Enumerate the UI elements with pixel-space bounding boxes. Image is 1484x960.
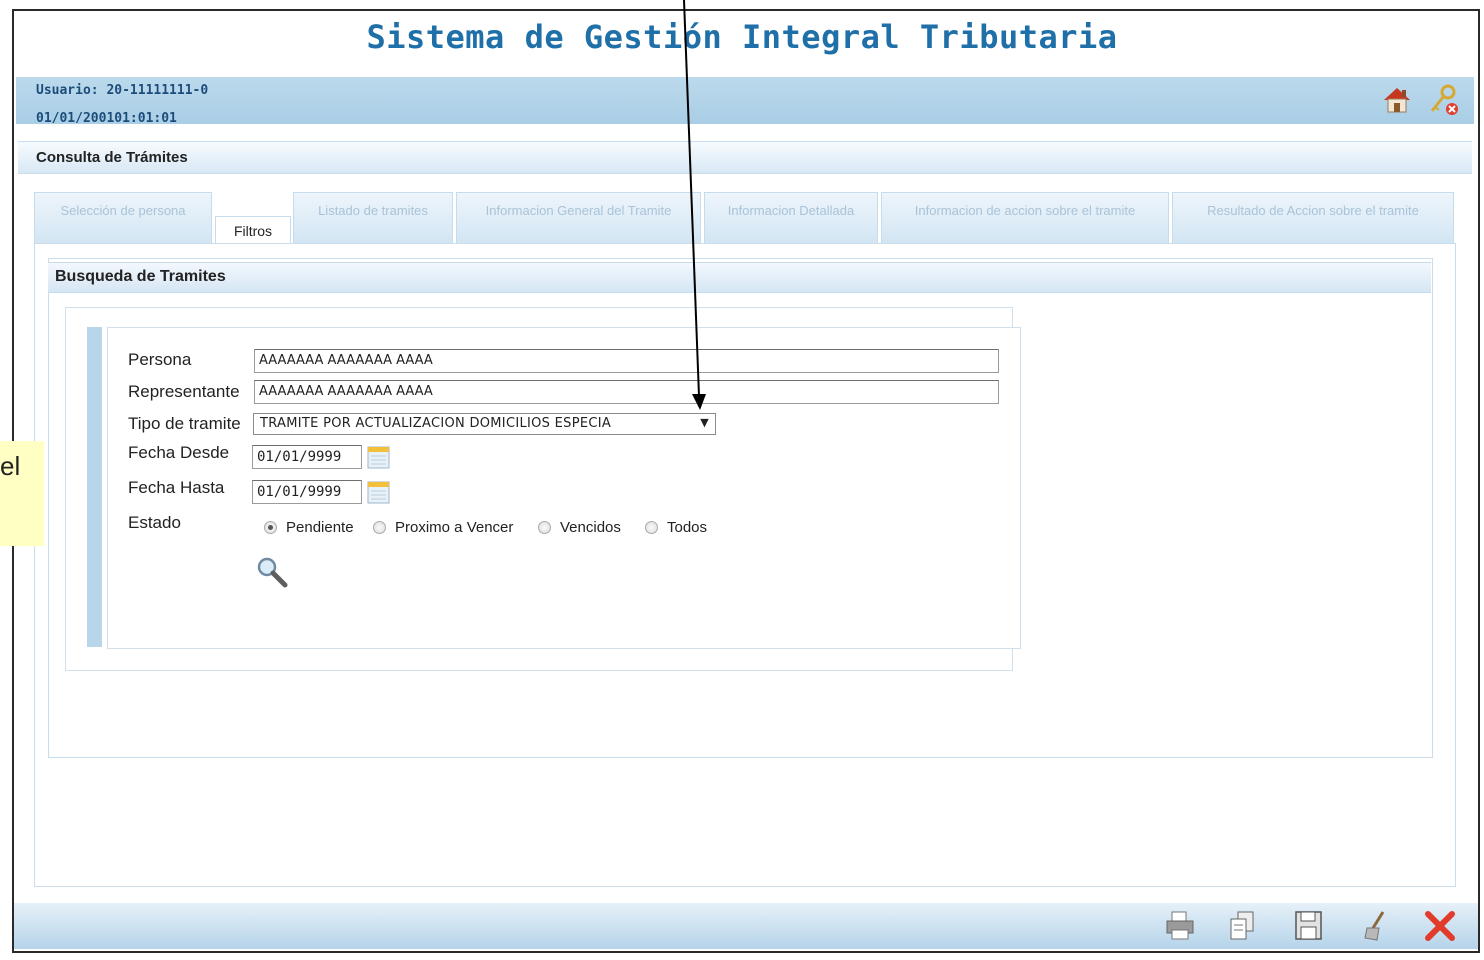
persona-input[interactable]: AAAAAAA AAAAAAA AAAA (254, 349, 999, 373)
search-panel-header: Busqueda de Tramites (48, 262, 1431, 293)
search-icon[interactable] (254, 554, 290, 590)
annotation-text: el (0, 451, 21, 481)
estado-radio-todos[interactable]: Todos (645, 519, 707, 536)
estado-radio-pendiente[interactable]: Pendiente (264, 519, 354, 536)
radio-label: Todos (667, 519, 708, 536)
app-title: Sistema de Gestión Integral Tributaria (366, 18, 1118, 56)
radio-label: Vencidos (560, 519, 621, 536)
print-icon[interactable] (1163, 908, 1199, 944)
fecha-hasta-label: Fecha Hasta (128, 478, 225, 497)
tab-label: Filtros (233, 222, 273, 239)
representante-label: Representante (128, 382, 240, 401)
tab-label: Informacion General del Tramite (485, 203, 672, 218)
session-datetime: 01/01/200101:01:01 (36, 111, 177, 126)
fecha-desde-input[interactable]: 01/01/9999 (252, 445, 362, 469)
section-title: Consulta de Trámites (36, 149, 188, 166)
user-id: Usuario: 20-11111111-0 (36, 83, 209, 98)
tab-informacion-detallada[interactable]: Informacion Detallada (704, 192, 878, 244)
filters-form (107, 327, 1021, 649)
tab-label: Selección de persona (60, 203, 186, 218)
radio-selected-icon (264, 521, 277, 534)
copy-icon[interactable] (1225, 908, 1261, 944)
search-panel-title: Busqueda de Tramites (55, 268, 226, 285)
user-bar: Usuario: 20-11111111-0 01/01/200101:01:0… (16, 77, 1474, 126)
form-side-strip (87, 327, 102, 647)
section-header: Consulta de Trámites (18, 141, 1472, 174)
representante-input[interactable]: AAAAAAA AAAAAAA AAAA (254, 380, 999, 404)
tab-informacion-accion[interactable]: Informacion de accion sobre el tramite (881, 192, 1169, 244)
radio-icon (645, 521, 658, 534)
calendar-icon[interactable] (367, 445, 390, 469)
tipo-tramite-select[interactable]: TRAMITE POR ACTUALIZACION DOMICILIOS ESP… (253, 413, 716, 435)
estado-radio-vencidos[interactable]: Vencidos (538, 519, 621, 536)
calendar-icon[interactable] (367, 480, 390, 504)
annotation-callout: el (0, 441, 44, 546)
radio-icon (538, 521, 551, 534)
tab-filtros[interactable]: Filtros (215, 216, 291, 244)
clear-broom-icon[interactable] (1357, 908, 1393, 944)
estado-label: Estado (128, 513, 181, 532)
fecha-hasta-input[interactable]: 01/01/9999 (252, 480, 362, 504)
close-icon[interactable] (1422, 908, 1458, 944)
radio-label: Proximo a Vencer (395, 519, 514, 536)
fecha-desde-label: Fecha Desde (128, 443, 230, 462)
tab-label: Informacion de accion sobre el tramite (914, 203, 1136, 218)
estado-radio-proximo[interactable]: Proximo a Vencer (373, 519, 513, 536)
save-icon[interactable] (1291, 908, 1327, 944)
tipo-tramite-value: TRAMITE POR ACTUALIZACION DOMICILIOS ESP… (260, 416, 612, 431)
tab-label: Listado de tramites (318, 203, 428, 218)
tab-seleccion-persona[interactable]: Selección de persona (34, 192, 212, 244)
tab-resultado-accion[interactable]: Resultado de Accion sobre el tramite (1172, 192, 1454, 244)
tab-informacion-general[interactable]: Informacion General del Tramite (456, 192, 701, 244)
tab-label: Informacion Detallada (727, 203, 855, 218)
radio-label: Pendiente (286, 519, 354, 536)
persona-label: Persona (128, 350, 192, 369)
keys-logout-icon[interactable] (1426, 83, 1460, 117)
home-icon[interactable] (1380, 83, 1414, 117)
chevron-down-icon: ▼ (700, 416, 709, 429)
tab-listado-tramites[interactable]: Listado de tramites (293, 192, 453, 244)
tipo-tramite-label: Tipo de tramite (128, 414, 241, 433)
tab-label: Resultado de Accion sobre el tramite (1207, 203, 1419, 218)
radio-icon (373, 521, 386, 534)
